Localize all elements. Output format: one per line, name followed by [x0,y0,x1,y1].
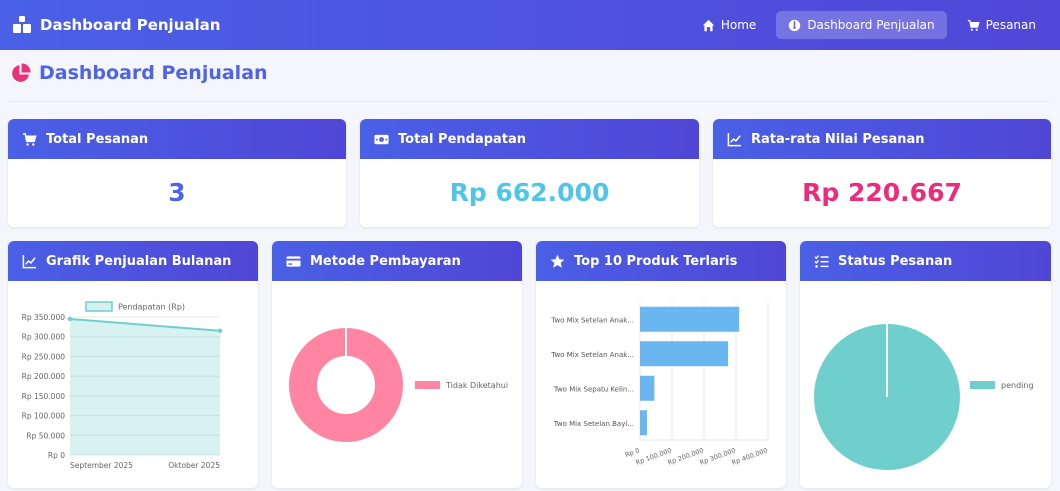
stat-card-title: Total Pendapatan [398,131,527,147]
data-point [217,328,223,333]
y-tick-label: Rp 100.000 [22,412,66,421]
category-label: Two Mix Sepatu Kelin... [553,385,634,393]
boxes-icon [13,16,31,33]
panel-title: Top 10 Produk Terlaris [574,253,738,269]
legend-label: pending [1001,381,1034,390]
y-tick-label: Rp 0 [48,451,65,460]
stat-card-title: Total Pesanan [46,131,149,147]
y-tick-label: Rp 250.000 [22,352,66,361]
y-tick-label: Rp 300.000 [22,333,66,342]
legend-swatch [970,381,995,389]
chart-area: Rp 0 Rp 50.000 Rp 100.000 Rp 150.000 Rp 200.… [8,281,258,488]
nav-link-home[interactable]: Home [690,11,768,39]
legend-label: Tidak Diketahui [445,381,508,390]
bar [640,410,648,436]
stat-card-total-pesanan: Total Pesanan 3 [8,119,346,227]
category-label: Two Mix Setelan Anak... [550,351,634,359]
x-tick-label: September 2025 [70,461,133,470]
stat-card-header: Total Pendapatan [360,119,699,159]
legend-swatch [85,301,113,312]
stat-card-header: Rata-rata Nilai Pesanan [713,119,1051,159]
x-tick-label: Rp 300.000 [699,446,737,466]
panel-header: Top 10 Produk Terlaris [536,241,786,281]
stat-card-title: Rata-rata Nilai Pesanan [751,131,925,147]
x-tick-label: Rp 400.000 [731,446,769,466]
panel-title: Status Pesanan [838,253,953,269]
brand[interactable]: Dashboard Penjualan [12,15,220,35]
y-tick-label: Rp 150.000 [22,392,66,401]
panel-monthly-sales: Grafik Penjualan Bulanan Rp 0 Rp 50.000 Rp… [8,241,258,488]
cart-icon [22,132,37,146]
line-chart-icon [727,132,742,146]
nav-link-pesanan[interactable]: Pesanan [955,11,1048,39]
star-icon [550,254,565,268]
legend-label: Pendapatan (Rp) [118,303,185,312]
panel-payment-method: Metode Pembayaran Tidak Diketahui [272,241,522,488]
stat-card-total-pendapatan: Total Pendapatan Rp 662.000 [360,119,699,227]
category-label: Two Mix Setelan Bayi... [553,420,634,428]
panel-top-products: Top 10 Produk Terlaris Rp 0 Rp 100.000 Rp … [536,241,786,488]
page-title: Dashboard Penjualan [39,62,268,84]
page-header: Dashboard Penjualan [10,62,268,84]
home-icon [702,19,715,31]
stat-value: Rp 220.667 [802,178,962,207]
navbar: Dashboard Penjualan Home Dashboard Penju… [0,0,1060,50]
panel-order-status: Status Pesanan pending [800,241,1051,488]
category-label: Two Mix Setelan Anak... [550,316,634,324]
nav-link-label: Pesanan [985,18,1036,32]
data-point [67,316,73,322]
top-products-chart: Rp 0Rp 100.000Rp 200.000Rp 300.000Rp 400… [550,302,769,467]
y-tick-label: Rp 50.000 [26,431,65,440]
list-check-icon [814,254,829,268]
chart-area: Rp 0 Rp 100.000 Rp 200.000 Rp 300.000 Rp 400… [536,281,786,488]
chart-area: pending [800,281,1051,488]
stat-card-rata-rata: Rata-rata Nilai Pesanan Rp 220.667 [713,119,1051,227]
monthly-sales-chart: Rp 0 Rp 50.000 Rp 100.000 Rp 150.000 Rp 200.… [22,301,223,470]
chart-area: Tidak Diketahui [272,281,522,488]
brand-text: Dashboard Penjualan [40,16,221,34]
pie-chart-icon [12,63,31,82]
nav-link-label: Dashboard Penjualan [807,18,935,32]
line-chart-icon [22,254,37,268]
y-tick-label: Rp 350.000 [22,313,66,322]
bar [640,375,655,401]
x-tick-label: Rp 100.000 [635,446,673,466]
nav-link-dashboard[interactable]: Dashboard Penjualan [776,11,947,39]
credit-card-icon [286,255,301,267]
cart-icon [967,19,980,31]
bar [640,341,728,367]
panel-title: Grafik Penjualan Bulanan [46,253,232,269]
panel-header: Status Pesanan [800,241,1051,281]
series-area [70,318,220,455]
dashboard-icon [789,19,801,31]
stat-value: Rp 662.000 [449,178,610,207]
order-status-chart: pending [814,324,1034,470]
x-tick-label: Oktober 2025 [168,461,220,470]
x-tick-label: Rp 200.000 [667,446,705,466]
y-tick-label: Rp 200.000 [22,372,66,381]
panel-header: Metode Pembayaran [272,241,522,281]
nav-links: Home Dashboard Penjualan Pesanan [690,11,1048,39]
panel-header: Grafik Penjualan Bulanan [8,241,258,281]
payment-method-chart: Tidak Diketahui [289,328,508,442]
panel-title: Metode Pembayaran [310,253,461,269]
money-icon [374,134,389,144]
divider [10,101,1050,102]
legend-swatch [415,381,440,389]
nav-link-label: Home [720,18,757,32]
stat-value: 3 [168,178,186,207]
bar [640,306,740,332]
stat-card-header: Total Pesanan [8,119,346,159]
